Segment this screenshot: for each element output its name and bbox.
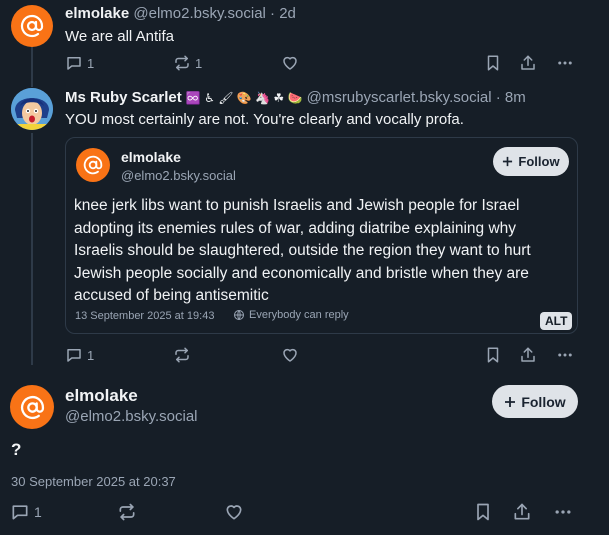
repost-icon [175,347,189,363]
more-options-button[interactable] [556,54,574,72]
ellipsis-icon [555,510,571,514]
bookmark-button[interactable] [473,502,493,522]
bookmark-button[interactable] [484,54,502,72]
ellipsis-icon [558,61,572,65]
at-sign-icon [20,395,44,419]
quoted-post-text: knee jerk libs want to punish Israelis a… [74,197,531,305]
quoted-author-handle[interactable]: @elmo2.bsky.social [121,168,236,183]
bookmark-button[interactable] [484,346,502,364]
reply-count: 1 [87,55,95,71]
share-icon [521,347,535,362]
ellipsis-icon [558,353,572,357]
quoted-avatar[interactable] [76,148,110,182]
avatar[interactable] [11,88,53,130]
plus-icon [505,396,516,407]
author-handle-time[interactable]: @msrubyscarlet.bsky.social · 8m [307,89,526,106]
quoted-author-name[interactable]: elmolake [121,149,181,165]
avatar-portrait-icon [11,88,53,130]
author-name[interactable]: elmolake [65,386,138,406]
globe-icon [234,310,244,320]
at-sign-icon [20,14,44,38]
reply-icon [67,349,81,362]
bookmark-icon [487,55,499,71]
repost-button[interactable] [173,346,191,364]
reply-button[interactable]: 1 [65,346,94,364]
repost-icon [119,503,135,521]
share-button[interactable] [512,502,532,522]
reply-setting-label: Everybody can reply [249,309,349,321]
author-handle[interactable]: @elmo2.bsky.social [65,408,198,425]
thread-line-2 [31,133,33,365]
avatar[interactable] [10,385,54,429]
reply-count: 1 [34,504,42,520]
heart-icon [283,348,297,362]
follow-label: Follow [521,393,566,410]
like-button[interactable] [281,54,299,72]
reply-setting: Everybody can reply [233,309,349,321]
post-timestamp[interactable]: 30 September 2025 at 20:37 [11,474,176,489]
share-button[interactable] [519,54,537,72]
repost-count: 1 [195,55,203,71]
quoted-timestamp[interactable]: 13 September 2025 at 19:43 [75,310,214,322]
author-name[interactable]: Ms Ruby Scarlet [65,89,182,106]
reply-count: 1 [87,347,95,363]
bookmark-icon [477,503,489,521]
author-handle-time[interactable]: @elmo2.bsky.social · 2d [133,5,296,22]
like-button[interactable] [281,346,299,364]
follow-button[interactable]: Follow [492,385,578,418]
quoted-post-card[interactable]: elmolake @elmo2.bsky.social Follow knee … [65,137,578,334]
author-emojis: ♾️ ♿ 🖌 🎨 🦄 ☘ 🍉 [185,91,303,105]
repost-icon [175,55,189,71]
at-sign-icon [83,155,103,175]
follow-label: Follow [518,154,560,169]
share-icon [521,55,535,70]
reply-button[interactable]: 1 [65,54,94,72]
post-text: YOU most certainly are not. You're clear… [65,111,464,128]
post-text: ? [11,440,22,459]
avatar[interactable] [11,5,53,47]
reply-button[interactable]: 1 [10,502,42,522]
reply-icon [12,505,28,520]
more-options-button[interactable] [553,502,573,522]
thread-line-1 [31,47,33,87]
more-options-button[interactable] [556,346,574,364]
repost-button[interactable]: 1 [173,54,202,72]
plus-icon [503,156,513,167]
share-icon [514,503,530,520]
quoted-follow-button[interactable]: Follow [493,147,569,176]
heart-icon [226,505,242,520]
like-button[interactable] [224,502,244,522]
bookmark-icon [487,347,499,363]
post-text: We are all Antifa [65,28,174,45]
heart-icon [283,56,297,70]
repost-button[interactable] [117,502,137,522]
author-name[interactable]: elmolake [65,5,129,22]
share-button[interactable] [519,346,537,364]
alt-text-badge[interactable]: ALT [540,312,573,330]
reply-icon [67,57,81,70]
